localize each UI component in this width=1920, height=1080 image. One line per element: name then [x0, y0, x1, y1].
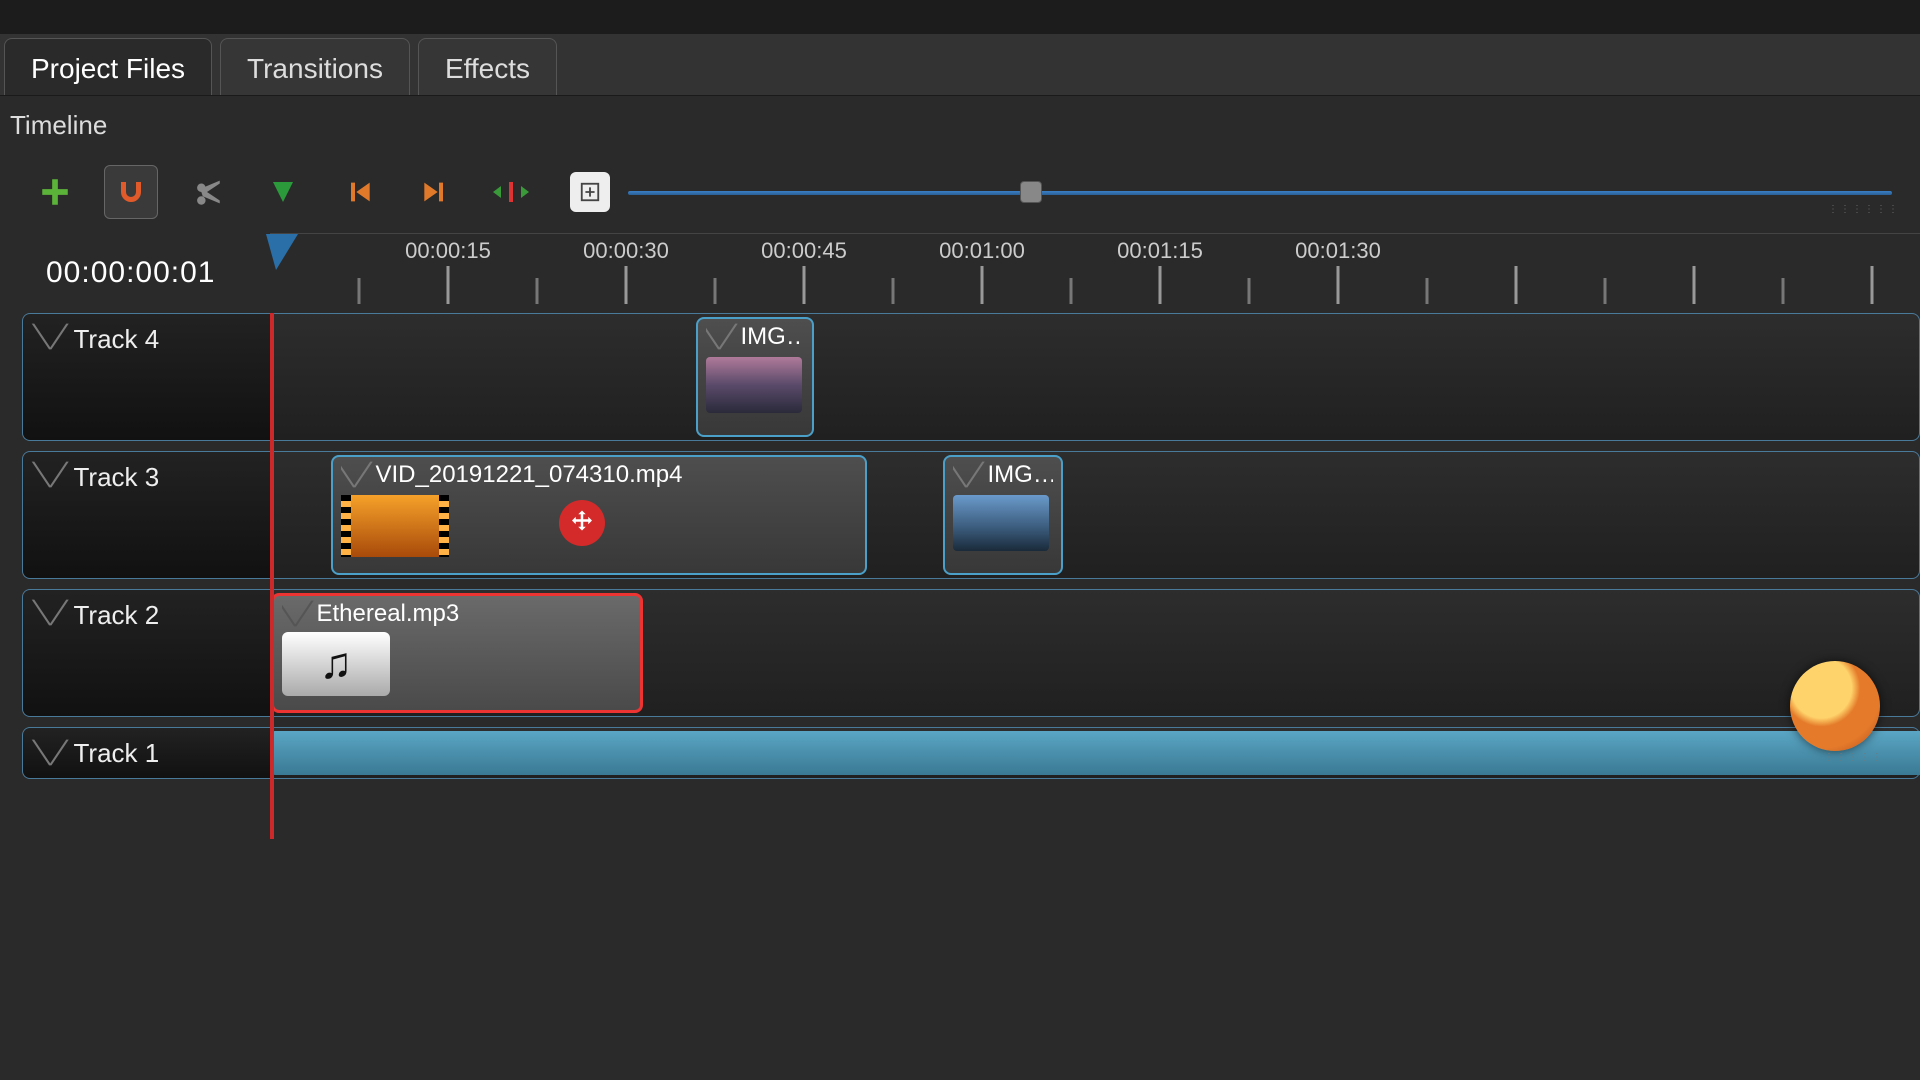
- track-label: Track 4: [74, 324, 160, 355]
- ruler-label: 00:00:30: [583, 238, 669, 264]
- track-header-2[interactable]: ╲╱ Track 2: [22, 589, 270, 717]
- move-cursor-icon: [559, 500, 605, 546]
- plus-icon: [38, 175, 72, 209]
- ruler-tick: [714, 278, 717, 304]
- playhead-line[interactable]: [270, 313, 274, 839]
- zoom-in-button[interactable]: [570, 172, 610, 212]
- ruler-tick: [536, 278, 539, 304]
- clip-label: IMG…: [988, 461, 1054, 489]
- panel-tabbar: Project Files Transitions Effects: [0, 34, 1920, 96]
- razor-button[interactable]: [180, 165, 234, 219]
- ruler-tick: [1070, 278, 1073, 304]
- zoom-slider-track: [628, 191, 1892, 195]
- track-label: Track 2: [74, 600, 160, 631]
- clip-label: Ethereal.mp3: [317, 600, 460, 628]
- track-body-4[interactable]: ╲╱IMG…: [270, 313, 1920, 441]
- ruler-label: 00:01:00: [939, 238, 1025, 264]
- magnet-icon: [116, 177, 146, 207]
- ruler-tick: [1337, 266, 1340, 304]
- time-readout: 00:00:00:01: [22, 233, 270, 313]
- chevron-down-icon: ╲╱: [706, 324, 736, 350]
- app-logo-icon: [1790, 661, 1880, 751]
- app-topbar: [0, 0, 1920, 34]
- clip-audio-track2[interactable]: ╲╱Ethereal.mp3 ♫: [271, 593, 643, 713]
- ruler-tick: [358, 278, 361, 304]
- clip-label: IMG…: [741, 323, 805, 351]
- next-icon: [419, 176, 451, 208]
- ruler-tick: [1248, 278, 1251, 304]
- resize-grip-icon[interactable]: ⋮⋮⋮⋮⋮: [1824, 752, 1884, 763]
- tab-effects[interactable]: Effects: [418, 38, 557, 95]
- music-icon: ♫: [282, 632, 390, 696]
- ruler-label: 00:00:45: [761, 238, 847, 264]
- track-header-4[interactable]: ╲╱ Track 4: [22, 313, 270, 441]
- zoom-plus-icon: [579, 181, 601, 203]
- next-marker-button[interactable]: [408, 165, 462, 219]
- clip-thumbnail: [706, 357, 802, 413]
- timeline: 00:00:00:01 00:00:1500:00:3000:00:4500:0…: [0, 233, 1920, 779]
- ruler-tick: [892, 278, 895, 304]
- tab-project-files[interactable]: Project Files: [4, 38, 212, 95]
- clip-label: VID_20191221_074310.mp4: [376, 461, 683, 489]
- ruler-label: 00:01:30: [1295, 238, 1381, 264]
- ruler-tick: [447, 266, 450, 304]
- timeline-toolbar: [0, 147, 1920, 233]
- clip-image-track3[interactable]: ╲╱IMG…: [943, 455, 1063, 575]
- track-label: Track 3: [74, 462, 160, 493]
- ruler-tick: [625, 266, 628, 304]
- zoom-slider-thumb[interactable]: [1020, 181, 1042, 203]
- ruler-label: 00:00:15: [405, 238, 491, 264]
- prev-icon: [343, 176, 375, 208]
- tab-transitions[interactable]: Transitions: [220, 38, 410, 95]
- track-body-1[interactable]: [270, 727, 1920, 779]
- chevron-down-icon: ╲╱: [33, 740, 67, 766]
- track-header-3[interactable]: ╲╱ Track 3: [22, 451, 270, 579]
- playhead-flag-icon[interactable]: [266, 234, 298, 270]
- ruler-tick: [1159, 266, 1162, 304]
- zoom-slider[interactable]: [628, 187, 1892, 197]
- add-track-button[interactable]: [28, 165, 82, 219]
- clip-thumbnail: [953, 495, 1049, 551]
- center-playhead-button[interactable]: [484, 165, 538, 219]
- ruler-tick: [981, 266, 984, 304]
- clip-full-track1[interactable]: [271, 731, 1920, 775]
- chevron-down-icon: ╲╱: [33, 462, 67, 488]
- chevron-down-icon: ╲╱: [33, 600, 67, 626]
- track-body-3[interactable]: ╲╱VID_20191221_074310.mp4 ╲╱IMG…: [270, 451, 1920, 579]
- track-label: Track 1: [74, 738, 160, 769]
- panel-grip-icon[interactable]: ⋮⋮⋮⋮⋮⋮: [1828, 204, 1900, 215]
- prev-marker-button[interactable]: [332, 165, 386, 219]
- chevron-down-icon: ╲╱: [953, 462, 983, 488]
- chevron-down-icon: ╲╱: [282, 601, 312, 627]
- ruler-label: 00:01:15: [1117, 238, 1203, 264]
- time-ruler[interactable]: 00:00:15 00:00:30 00:00:45 00:01:00 00:01:15…: [270, 233, 1920, 313]
- snap-toggle-button[interactable]: [104, 165, 158, 219]
- chevron-down-icon: ╲╱: [341, 462, 371, 488]
- center-icon: [491, 177, 531, 207]
- track-header-1[interactable]: ╲╱ Track 1: [22, 727, 270, 779]
- clip-image-track4[interactable]: ╲╱IMG…: [696, 317, 814, 437]
- scissors-icon: [190, 175, 224, 209]
- chevron-down-icon: ╲╱: [33, 324, 67, 350]
- add-marker-button[interactable]: [256, 165, 310, 219]
- panel-title: Timeline: [0, 96, 1920, 147]
- track-body-2[interactable]: ╲╱Ethereal.mp3 ♫: [270, 589, 1920, 717]
- ruler-tick: [803, 266, 806, 304]
- marker-icon: [268, 177, 298, 207]
- clip-thumbnail: [341, 495, 449, 557]
